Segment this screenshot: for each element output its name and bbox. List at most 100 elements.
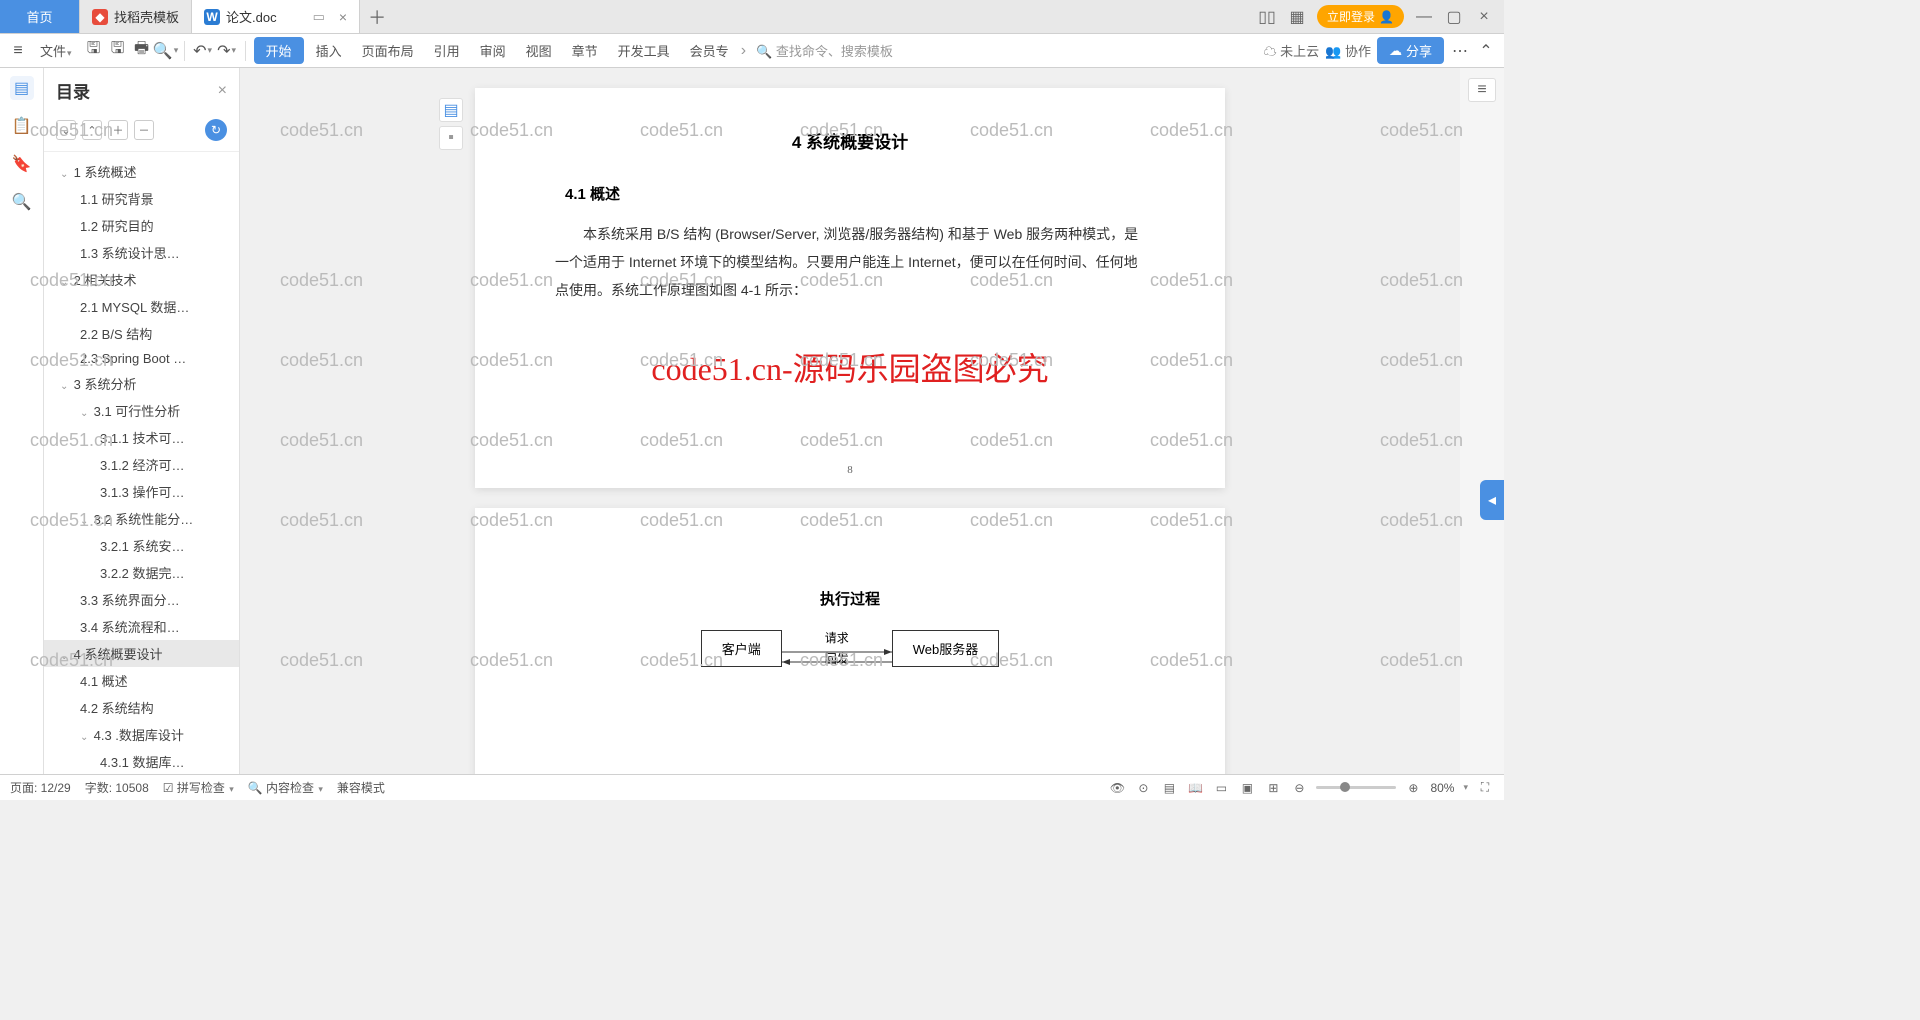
flow-diagram: 客户端 请求 回发 Web服务器 [555, 629, 1145, 667]
login-button[interactable]: 立即登录 👤 [1317, 5, 1404, 28]
apps-icon[interactable]: ▦ [1287, 7, 1307, 27]
tab-pagelayout[interactable]: 页面布局 [354, 37, 422, 64]
outline-node[interactable]: 4.3.1 数据库… [44, 748, 239, 774]
tab-reference[interactable]: 引用 [426, 37, 468, 64]
page-indicator[interactable]: 页面: 12/29 [10, 779, 71, 796]
tab-section[interactable]: 章节 [564, 37, 606, 64]
close-icon[interactable]: × [339, 9, 347, 25]
right-tool-rail: ≡ [1460, 68, 1504, 774]
outline-node[interactable]: 2.3 Spring Boot … [44, 347, 239, 370]
style-pane-icon[interactable]: ≡ [1468, 78, 1496, 102]
page-number: 8 [847, 464, 853, 476]
preview-icon[interactable]: 🔍▾ [156, 41, 176, 61]
view-print-icon[interactable]: ▤ [1160, 779, 1178, 797]
content-check[interactable]: 🔍 内容检查 ▾ [248, 779, 323, 796]
clipboard-icon[interactable]: 📋 [10, 114, 34, 138]
outline-node[interactable]: ⌄ 3.1 可行性分析 [44, 397, 239, 424]
view-outline-icon[interactable]: ▣ [1238, 779, 1256, 797]
print-icon[interactable]: 🖶 [132, 41, 152, 61]
tab-start[interactable]: 开始 [254, 37, 304, 64]
tab-templates[interactable]: ◆ 找稻壳模板 [80, 0, 192, 33]
menu-icon[interactable]: ≡ [8, 41, 28, 61]
outline-node[interactable]: 3.1.1 技术可… [44, 424, 239, 451]
outline-node[interactable]: 3.3 系统界面分… [44, 586, 239, 613]
outline-node[interactable]: ⌄ 4 系统概要设计 [44, 640, 239, 667]
more-tabs-icon[interactable]: › [741, 42, 746, 60]
view-web-icon[interactable]: ▭ [1212, 779, 1230, 797]
expand-ribbon-icon[interactable]: ⌃ [1476, 41, 1496, 61]
save-as-icon[interactable]: 🖫 [108, 41, 128, 61]
zoom-fit-icon[interactable]: ⊞ [1264, 779, 1282, 797]
page-tool2-icon[interactable]: ▪ [439, 126, 463, 150]
outline-node[interactable]: ⌄ 1 系统概述 [44, 158, 239, 185]
outline-icon[interactable]: ▤ [10, 76, 34, 100]
window-mode-icon[interactable]: ▭ [313, 9, 325, 25]
focus-icon[interactable]: ⊙ [1134, 779, 1152, 797]
fullscreen-icon[interactable]: ⛶ [1476, 779, 1494, 797]
page-tool-icon[interactable]: ▤ [439, 98, 463, 122]
zoom-in-icon[interactable]: ⊕ [1404, 779, 1422, 797]
outline-node[interactable]: 2.1 MYSQL 数据… [44, 293, 239, 320]
outline-node[interactable]: ⌄ 2 相关技术 [44, 266, 239, 293]
tab-home[interactable]: 首页 [0, 0, 80, 33]
collapse-ribbon-icon[interactable]: ⋯ [1450, 41, 1470, 61]
minimize-icon[interactable]: — [1414, 7, 1434, 27]
outline-node[interactable]: ⌄ 3 系统分析 [44, 370, 239, 397]
status-bar: 页面: 12/29 字数: 10508 ☑ 拼写检查 ▾ 🔍 内容检查 ▾ 兼容… [0, 774, 1504, 800]
tab-review[interactable]: 审阅 [472, 37, 514, 64]
word-count[interactable]: 字数: 10508 [85, 779, 149, 796]
word-icon: W [204, 9, 220, 25]
outline-node[interactable]: 2.2 B/S 结构 [44, 320, 239, 347]
close-outline-icon[interactable]: × [218, 82, 227, 100]
document-canvas[interactable]: ▤ ▪ 4 系统概要设计 4.1 概述 本系统采用 B/S 结构 (Browse… [240, 68, 1460, 774]
page: 执行过程 客户端 请求 回发 Web服务器 [475, 508, 1225, 774]
user-icon: 👤 [1379, 10, 1394, 24]
search-panel-icon[interactable]: 🔍 [10, 190, 34, 214]
outline-node[interactable]: 1.3 系统设计思… [44, 239, 239, 266]
tab-insert[interactable]: 插入 [308, 37, 350, 64]
command-search[interactable]: 🔍 查找命令、搜索模板 [750, 41, 899, 60]
tab-view[interactable]: 视图 [518, 37, 560, 64]
sync-icon[interactable]: ↻ [205, 119, 227, 141]
redo-icon[interactable]: ↷▾ [217, 41, 237, 61]
remove-heading-icon[interactable]: － [134, 120, 154, 140]
expand-all-icon[interactable]: ⌃ [82, 120, 102, 140]
zoom-level[interactable]: 80% [1430, 781, 1454, 795]
view-read-icon[interactable]: 📖 [1186, 779, 1204, 797]
tab-devtools[interactable]: 开发工具 [610, 37, 678, 64]
feedback-handle[interactable]: ◂ [1480, 480, 1504, 520]
add-heading-icon[interactable]: ＋ [108, 120, 128, 140]
new-tab-button[interactable]: ＋ [360, 0, 394, 33]
outline-node[interactable]: 4.1 概述 [44, 667, 239, 694]
tab-vip[interactable]: 会员专 [682, 37, 737, 64]
tab-label: 找稻壳模板 [114, 7, 179, 26]
zoom-menu-icon[interactable]: ▾ [1463, 782, 1468, 793]
save-icon[interactable]: 🖫 [84, 41, 104, 61]
outline-node[interactable]: 1.2 研究目的 [44, 212, 239, 239]
outline-node[interactable]: 3.4 系统流程和… [44, 613, 239, 640]
outline-node[interactable]: 4.2 系统结构 [44, 694, 239, 721]
spellcheck-toggle[interactable]: ☑ 拼写检查 ▾ [163, 779, 234, 796]
zoom-slider[interactable] [1316, 786, 1396, 789]
file-menu[interactable]: 文件▾ [32, 37, 80, 64]
outline-node[interactable]: ⌄ 4.3 .数据库设计 [44, 721, 239, 748]
outline-node[interactable]: 1.1 研究背景 [44, 185, 239, 212]
share-button[interactable]: ☁ 分享 [1377, 37, 1444, 64]
compat-mode[interactable]: 兼容模式 [337, 779, 385, 796]
outline-node[interactable]: 3.1.2 经济可… [44, 451, 239, 478]
undo-icon[interactable]: ↶▾ [193, 41, 213, 61]
collapse-all-icon[interactable]: ⌄ [56, 120, 76, 140]
cloud-status[interactable]: ☁ 未上云 [1264, 41, 1320, 60]
tab-document[interactable]: W 论文.doc ▭ × [192, 0, 360, 33]
outline-node[interactable]: 3.1.3 操作可… [44, 478, 239, 505]
collab-button[interactable]: 👥 协作 [1325, 41, 1371, 60]
outline-node[interactable]: 3.2.2 数据完… [44, 559, 239, 586]
eye-icon[interactable]: 👁 [1108, 779, 1126, 797]
maximize-icon[interactable]: ▢ [1444, 7, 1464, 27]
zoom-out-icon[interactable]: ⊖ [1290, 779, 1308, 797]
outline-node[interactable]: ⌄ 3.2 系统性能分… [44, 505, 239, 532]
bookmark-icon[interactable]: 🔖 [10, 152, 34, 176]
outline-node[interactable]: 3.2.1 系统安… [44, 532, 239, 559]
layout-toggle-icon[interactable]: ▯▯ [1257, 7, 1277, 27]
close-window-icon[interactable]: × [1474, 7, 1494, 27]
